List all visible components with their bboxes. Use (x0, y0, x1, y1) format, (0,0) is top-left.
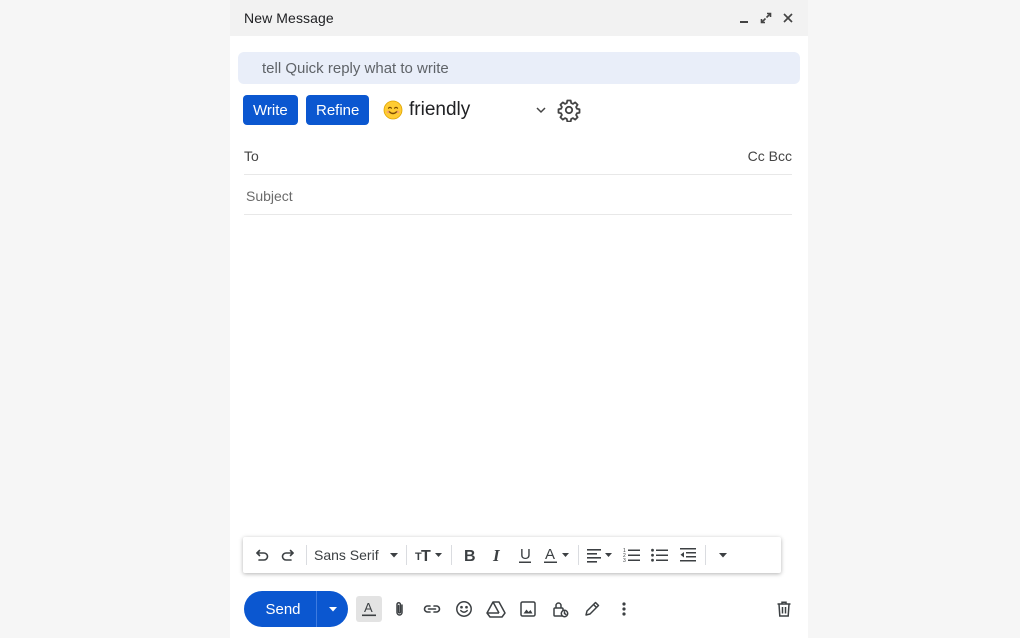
svg-text:3: 3 (623, 558, 626, 564)
svg-text:B: B (464, 548, 476, 564)
emoji-icon[interactable] (452, 597, 476, 621)
text-color-icon[interactable]: A (539, 541, 575, 569)
svg-text:T: T (421, 548, 431, 564)
window-controls (736, 10, 796, 26)
photo-icon[interactable] (516, 597, 540, 621)
message-body[interactable] (244, 218, 792, 530)
numbered-list-icon[interactable]: 1 2 3 (618, 541, 646, 569)
tone-label: friendly (409, 99, 471, 120)
send-button-group: Send (244, 591, 348, 627)
more-formatting-icon[interactable] (709, 541, 737, 569)
subject-field (244, 177, 792, 215)
send-button[interactable]: Send (244, 591, 316, 627)
confidential-icon[interactable] (548, 597, 572, 621)
cc-bcc-link[interactable]: Cc Bcc (748, 148, 792, 164)
quick-reply-prompt (238, 52, 800, 84)
quick-reply-input[interactable] (260, 58, 800, 78)
quick-reply-actions: Write Refine friendly (243, 95, 803, 125)
font-family-label: Sans Serif (314, 547, 379, 563)
compose-bottom-bar: Send A (244, 591, 794, 627)
svg-text:A: A (364, 600, 373, 615)
compose-header: New Message (230, 0, 808, 36)
chevron-down-icon[interactable] (535, 104, 547, 116)
to-field[interactable]: To Cc Bcc (244, 137, 792, 175)
bold-icon[interactable]: B (455, 541, 483, 569)
close-icon[interactable] (780, 10, 796, 26)
underline-icon[interactable]: U (511, 541, 539, 569)
toolbar-divider (450, 545, 452, 565)
text-size-icon[interactable]: T T (410, 541, 448, 569)
toolbar-divider (704, 545, 706, 565)
minimize-icon[interactable] (736, 10, 752, 26)
smiling-face-icon (383, 100, 403, 120)
italic-icon[interactable]: I (483, 541, 511, 569)
caret-down-icon (328, 607, 337, 612)
font-family-select[interactable]: Sans Serif (310, 547, 403, 563)
tone-selector[interactable]: friendly (383, 95, 470, 125)
trash-icon[interactable] (772, 597, 796, 621)
gear-icon[interactable] (557, 98, 581, 122)
to-label: To (244, 147, 259, 164)
toolbar-divider (577, 545, 579, 565)
refine-button[interactable]: Refine (306, 95, 370, 125)
formatting-options-icon[interactable]: A (356, 596, 382, 622)
formatting-toolbar: Sans Serif T T B I U A 1 2 3 (243, 537, 781, 573)
svg-text:I: I (492, 546, 501, 564)
svg-text:A: A (545, 546, 555, 563)
indent-less-icon[interactable] (674, 541, 702, 569)
expand-icon[interactable] (758, 10, 774, 26)
signature-icon[interactable] (580, 597, 604, 621)
caret-down-icon (389, 553, 398, 558)
compose-window: New Message Write Refine (230, 0, 808, 638)
write-button[interactable]: Write (243, 95, 298, 125)
more-options-icon[interactable] (612, 597, 636, 621)
toolbar-divider (405, 545, 407, 565)
compose-title: New Message (244, 10, 334, 26)
svg-text:U: U (520, 546, 531, 563)
redo-icon[interactable] (275, 541, 303, 569)
schedule-send-dropdown[interactable] (317, 591, 348, 627)
align-icon[interactable] (582, 541, 618, 569)
link-icon[interactable] (420, 597, 444, 621)
toolbar-divider (306, 545, 307, 565)
attach-icon[interactable] (388, 597, 412, 621)
bulleted-list-icon[interactable] (646, 541, 674, 569)
subject-input[interactable] (244, 186, 792, 205)
undo-icon[interactable] (247, 541, 275, 569)
drive-icon[interactable] (484, 597, 508, 621)
